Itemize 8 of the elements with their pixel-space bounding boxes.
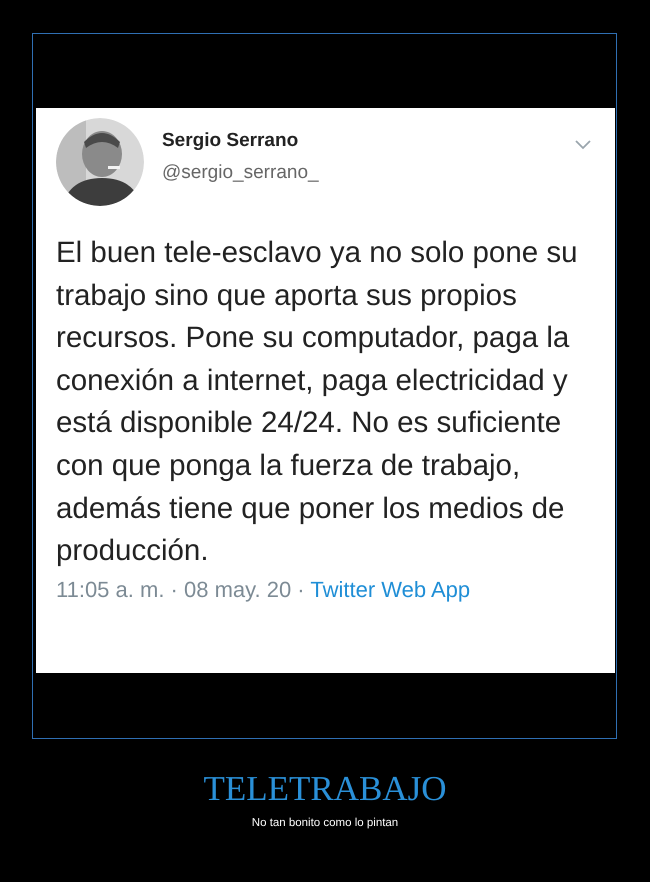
post-title: TELETRABAJO bbox=[202, 769, 448, 809]
tweet-text: El buen tele-esclavo ya no solo pone su trabajo sino que aporta sus propios recursos. Pone su computador, paga la conexión a internet, paga electricidad y está disponible 24/24. No es suficiente con que ponga la fuerza de trabajo, además tiene que poner los medios de producción. bbox=[56, 235, 579, 570]
chevron-down-icon[interactable] bbox=[575, 140, 591, 150]
tweet-timestamp: 11:05 a. m. · 08 may. 20 · bbox=[56, 576, 305, 602]
author-name: Sergio Serrano bbox=[162, 130, 300, 152]
author-handle: @sergio_serrano_ bbox=[162, 162, 319, 184]
post-subtitle: No tan bonito como lo pintan bbox=[250, 817, 400, 829]
source-link[interactable]: Twitter Web App bbox=[310, 576, 470, 602]
